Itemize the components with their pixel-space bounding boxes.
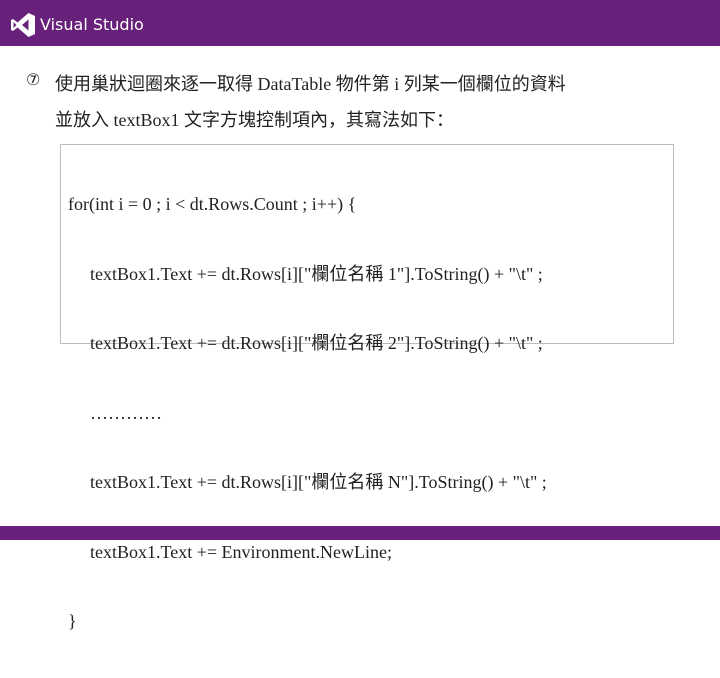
description-paragraph: 使用巢狀迴圈來逐一取得 DataTable 物件第 i 列某一個欄位的資料 並放… (55, 66, 695, 138)
visual-studio-logo-icon (11, 13, 35, 37)
code-block: for(int i = 0 ; i < dt.Rows.Count ; i++)… (60, 144, 674, 631)
code-line: textBox1.Text += dt.Rows[i]["欄位名稱 1"].To… (90, 263, 543, 284)
paragraph-line: 並放入 textBox1 文字方塊控制項內，其寫法如下： (55, 110, 454, 130)
code-line: ………… (90, 402, 162, 423)
footer-bar (0, 526, 720, 540)
header-bar: Visual Studio (0, 0, 720, 46)
brand-name: Visual Studio (40, 15, 144, 34)
code-line: } (68, 611, 77, 631)
code-line: textBox1.Text += Environment.NewLine; (90, 541, 392, 562)
code-text: for(int i = 0 ; i < dt.Rows.Count ; i++)… (68, 149, 547, 678)
code-line: for(int i = 0 ; i < dt.Rows.Count ; i++)… (68, 194, 357, 214)
paragraph-line: 使用巢狀迴圈來逐一取得 DataTable 物件第 i 列某一個欄位的資料 (55, 74, 566, 94)
bullet-number: ⑦ (26, 70, 41, 89)
code-line: textBox1.Text += dt.Rows[i]["欄位名稱 2"].To… (90, 333, 543, 353)
code-line: textBox1.Text += dt.Rows[i]["欄位名稱 N"].To… (90, 472, 547, 492)
